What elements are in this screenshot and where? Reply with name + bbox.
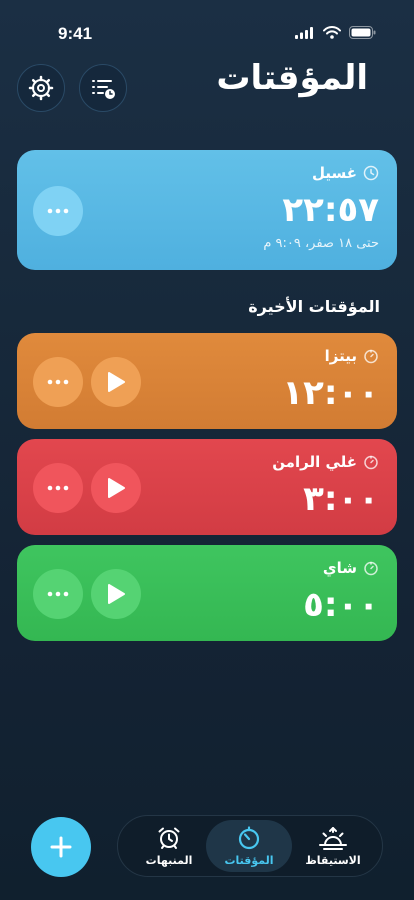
- recent-timer-more-button[interactable]: [33, 569, 83, 619]
- active-timer-label: غسيل: [312, 164, 379, 182]
- recent-timer-label: غلي الرامن: [272, 453, 379, 471]
- play-icon: [108, 584, 125, 604]
- timer-icon: [364, 349, 378, 364]
- recent-timer-more-button[interactable]: [33, 357, 83, 407]
- gear-icon: [28, 75, 54, 101]
- timer-icon: [364, 561, 378, 576]
- recent-timer-card[interactable]: بيتزا ١٢:٠٠: [17, 333, 397, 429]
- settings-button[interactable]: [17, 64, 65, 112]
- signal-icon: [295, 26, 313, 39]
- recent-timer-name: شاي: [322, 559, 357, 577]
- recent-timer-card[interactable]: غلي الرامن ٣:٠٠: [17, 439, 397, 535]
- recent-timer-play-button[interactable]: [91, 463, 141, 513]
- more-icon: [47, 591, 69, 597]
- sunrise-icon: [319, 827, 347, 850]
- status-icons: [295, 26, 376, 39]
- tab-bar: المنبهات المؤقتات الاستيقاظ: [117, 815, 383, 877]
- battery-icon: [349, 26, 376, 39]
- recent-timer-name: غلي الرامن: [272, 453, 357, 471]
- tab-label: المنبهات: [145, 854, 193, 867]
- active-timer-card[interactable]: غسيل ٢٢:٥٧ حتى ١٨ صفر، ٩:٠٩ م: [17, 150, 397, 270]
- tab-label: الاستيقاظ: [305, 854, 361, 867]
- plus-icon: [50, 836, 72, 858]
- timer-icon: [364, 455, 378, 470]
- recent-timers-title: المؤقتات الأخيرة: [248, 297, 380, 316]
- status-bar: 9:41: [0, 0, 414, 60]
- tab-wakeup[interactable]: الاستيقاظ: [290, 820, 376, 872]
- tab-alarms[interactable]: المنبهات: [126, 820, 212, 872]
- list-clock-icon: [92, 80, 115, 99]
- recent-timer-duration: ٥:٠٠: [303, 585, 379, 625]
- status-time: 9:41: [58, 24, 93, 43]
- recent-timer-more-button[interactable]: [33, 463, 83, 513]
- play-icon: [108, 372, 125, 392]
- more-icon: [47, 485, 69, 491]
- add-timer-button[interactable]: [31, 817, 91, 877]
- recent-timer-duration: ٣:٠٠: [303, 479, 379, 519]
- recent-timer-play-button[interactable]: [91, 569, 141, 619]
- active-timer-until: حتى ١٨ صفر، ٩:٠٩ م: [263, 236, 379, 251]
- page-title: المؤقتات: [216, 58, 368, 98]
- tab-timers[interactable]: المؤقتات: [206, 820, 292, 872]
- active-timer-more-button[interactable]: [33, 186, 83, 236]
- wifi-icon: [323, 26, 341, 39]
- active-timer-name: غسيل: [311, 164, 357, 182]
- play-icon: [108, 478, 125, 498]
- timer-list-button[interactable]: [79, 64, 127, 112]
- more-icon: [47, 208, 69, 214]
- more-icon: [47, 379, 69, 385]
- tab-label: المؤقتات: [224, 854, 274, 867]
- recent-timer-name: بيتزا: [324, 347, 357, 365]
- recent-timer-card[interactable]: شاي ٥:٠٠: [17, 545, 397, 641]
- recent-timer-label: شاي: [323, 559, 379, 577]
- recent-timer-play-button[interactable]: [91, 357, 141, 407]
- active-timer-countdown: ٢٢:٥٧: [282, 190, 379, 230]
- recent-timer-label: بيتزا: [325, 347, 379, 365]
- clock-icon: [363, 165, 379, 181]
- alarm-clock-icon: [158, 827, 180, 849]
- recent-timer-duration: ١٢:٠٠: [282, 373, 379, 413]
- timer-icon: [238, 826, 260, 850]
